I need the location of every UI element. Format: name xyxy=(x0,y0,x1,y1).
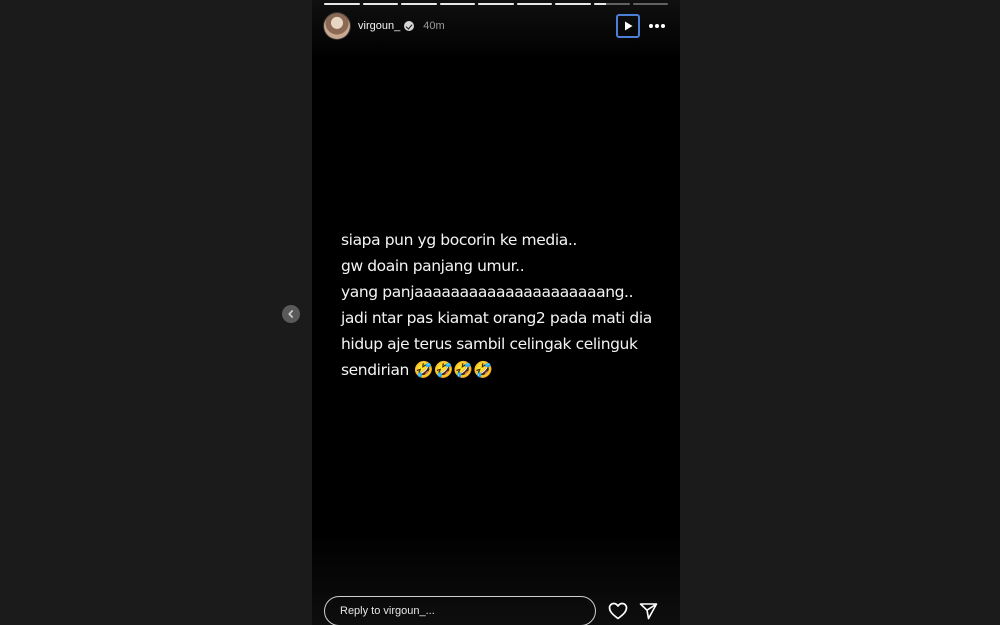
progress-segment-fill xyxy=(593,3,607,5)
progress-segment-fill xyxy=(439,3,476,5)
progress-segment-fill xyxy=(362,3,399,5)
story-caption: siapa pun yg bocorin ke media.. gw doain… xyxy=(341,227,671,383)
like-button[interactable] xyxy=(606,599,630,623)
story-progress xyxy=(324,3,669,5)
progress-segment-fill xyxy=(401,3,437,5)
story-footer xyxy=(324,595,668,625)
heart-icon xyxy=(608,602,628,620)
caption-line: gw doain panjang umur.. xyxy=(341,257,525,275)
play-button[interactable] xyxy=(616,14,640,38)
laughing-emoji-icon: 🤣🤣🤣🤣 xyxy=(413,360,494,379)
chevron-left-icon xyxy=(288,310,293,318)
play-icon xyxy=(625,21,633,31)
progress-segment xyxy=(516,3,553,5)
previous-story-button[interactable] xyxy=(282,305,300,323)
story-header: virgoun_ 40m xyxy=(324,13,668,39)
progress-segment xyxy=(478,3,514,5)
progress-segment-fill xyxy=(478,3,514,5)
verified-badge-icon xyxy=(404,21,415,31)
reply-input[interactable] xyxy=(324,596,596,625)
caption-line: jadi ntar pas kiamat orang2 pada mati di… xyxy=(341,309,652,327)
more-options-icon xyxy=(655,24,659,28)
progress-segment xyxy=(401,3,437,5)
caption-line: siapa pun yg bocorin ke media.. xyxy=(341,231,577,249)
share-button[interactable] xyxy=(636,599,660,623)
progress-segment xyxy=(632,3,669,5)
caption-text: sendirian xyxy=(341,361,409,379)
more-options-icon xyxy=(661,24,665,28)
more-options-button[interactable] xyxy=(646,14,668,38)
post-time: 40m xyxy=(423,20,445,32)
progress-segment xyxy=(362,3,399,5)
send-icon xyxy=(639,603,657,620)
progress-segment xyxy=(593,3,630,5)
progress-segment-fill xyxy=(324,3,360,5)
caption-line: yang panjaaaaaaaaaaaaaaaaaaaaang.. xyxy=(341,283,634,301)
avatar[interactable] xyxy=(324,13,350,39)
more-options-icon xyxy=(649,24,653,28)
username[interactable]: virgoun_ xyxy=(358,20,400,32)
story-frame[interactable]: virgoun_ 40m siapa pun yg bocorin ke med… xyxy=(312,0,680,625)
progress-segment xyxy=(324,3,360,5)
caption-line: hidup aje terus sambil celingak celinguk xyxy=(341,335,638,353)
story-viewer: virgoun_ 40m siapa pun yg bocorin ke med… xyxy=(0,0,1000,625)
progress-segment-fill xyxy=(516,3,553,5)
caption-line-last: sendirian 🤣🤣🤣🤣 xyxy=(341,357,671,383)
progress-segment xyxy=(555,3,591,5)
progress-segment-fill xyxy=(555,3,591,5)
progress-segment xyxy=(439,3,476,5)
